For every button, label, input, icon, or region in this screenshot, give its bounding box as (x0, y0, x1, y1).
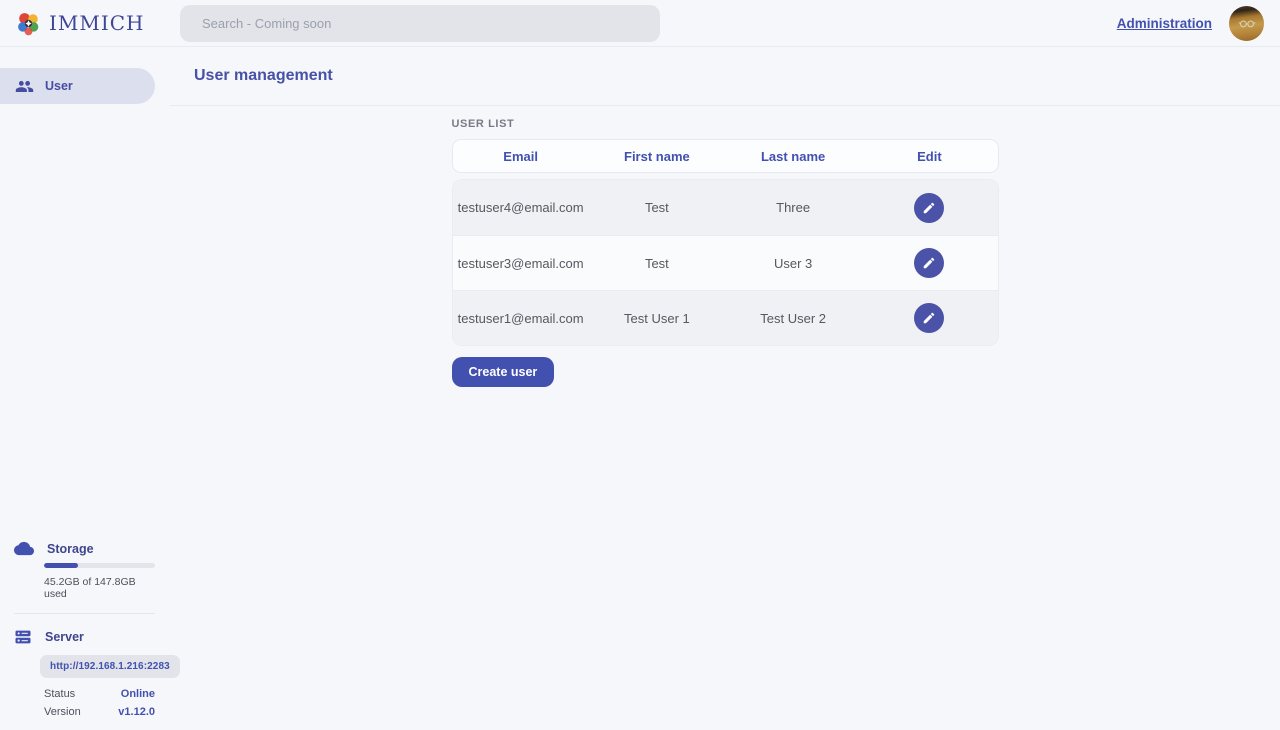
sidebar: User Storage 45.2GB of 147.8GB used (0, 47, 170, 730)
cell-first-name: Test User 1 (589, 311, 725, 326)
page-title: User management (194, 67, 333, 85)
user-list-label: USER LIST (452, 118, 999, 130)
table-row: testuser4@email.com Test Three (453, 180, 998, 235)
title-bar: User management (170, 47, 1280, 106)
pencil-icon (922, 311, 936, 325)
cell-email: testuser1@email.com (453, 311, 589, 326)
table-row: testuser3@email.com Test User 3 (453, 235, 998, 290)
cloud-icon (14, 541, 34, 556)
server-status-row: Status Online (44, 688, 155, 700)
user-table-body: testuser4@email.com Test Three testuser3… (452, 179, 999, 346)
main-content: User management USER LIST Email First na… (170, 47, 1280, 730)
sidebar-item-user[interactable]: User (0, 68, 155, 104)
administration-link[interactable]: Administration (1117, 16, 1212, 31)
storage-title: Storage (47, 542, 94, 556)
table-row: testuser1@email.com Test User 1 Test Use… (453, 290, 998, 345)
version-value: v1.12.0 (118, 706, 155, 718)
search-input[interactable] (180, 5, 660, 42)
app-logo[interactable]: IMMICH (0, 10, 145, 37)
pencil-icon (922, 201, 936, 215)
create-user-button[interactable]: Create user (452, 357, 555, 387)
column-header-edit: Edit (861, 149, 997, 164)
storage-progress-fill (44, 563, 78, 568)
status-label: Status (44, 688, 75, 700)
sidebar-bottom: Storage 45.2GB of 147.8GB used Serv (0, 541, 170, 718)
edit-user-button[interactable] (914, 303, 944, 333)
cell-last-name: User 3 (725, 256, 861, 271)
pencil-icon (922, 256, 936, 270)
sidebar-divider (14, 613, 155, 614)
cell-first-name: Test (589, 200, 725, 215)
server-section-header: Server (14, 628, 155, 646)
storage-section-header: Storage (14, 541, 155, 556)
server-icon (14, 628, 32, 646)
cell-email: testuser4@email.com (453, 200, 589, 215)
storage-usage-text: 45.2GB of 147.8GB used (44, 576, 155, 600)
cell-email: testuser3@email.com (453, 256, 589, 271)
users-icon (15, 77, 34, 96)
column-header-email: Email (453, 149, 589, 164)
cell-last-name: Test User 2 (725, 311, 861, 326)
sidebar-item-label: User (45, 79, 73, 93)
app-title: IMMICH (49, 11, 145, 35)
flower-logo-icon (15, 10, 42, 37)
glasses-photo-detail (1236, 12, 1258, 34)
user-table-header: Email First name Last name Edit (452, 139, 999, 173)
version-label: Version (44, 706, 81, 718)
edit-user-button[interactable] (914, 248, 944, 278)
edit-user-button[interactable] (914, 193, 944, 223)
column-header-first-name: First name (589, 149, 725, 164)
header-right: Administration (1117, 6, 1280, 41)
avatar[interactable] (1229, 6, 1264, 41)
server-version-row: Version v1.12.0 (44, 706, 155, 718)
server-url-badge: http://192.168.1.216:2283 (40, 655, 180, 678)
server-title: Server (45, 630, 84, 644)
status-value: Online (121, 688, 155, 700)
search-bar (180, 5, 660, 42)
column-header-last-name: Last name (725, 149, 861, 164)
top-header: IMMICH Administration (0, 0, 1280, 47)
cell-last-name: Three (725, 200, 861, 215)
storage-progress-bar (44, 563, 155, 568)
cell-first-name: Test (589, 256, 725, 271)
